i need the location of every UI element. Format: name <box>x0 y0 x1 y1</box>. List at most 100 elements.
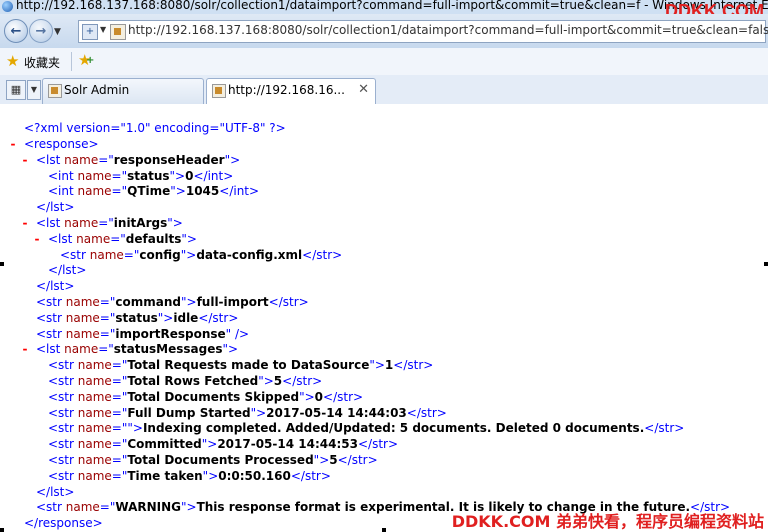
xml-line: </lst> <box>48 262 86 278</box>
xml-text-value: 1045 <box>185 184 220 199</box>
xml-markup: "> <box>180 295 197 309</box>
collapse-toggle[interactable]: - <box>20 215 30 231</box>
xml-markup: "> <box>157 310 174 325</box>
xml-markup: </str> <box>357 437 399 452</box>
forward-button[interactable]: → <box>29 19 53 43</box>
xml-markup: "> <box>222 342 239 357</box>
recent-pages-dropdown[interactable]: ▼ <box>54 27 61 37</box>
resize-handle <box>0 528 4 532</box>
xml-text-value: 5 <box>273 374 283 388</box>
xml-markup: <lst <box>36 152 65 167</box>
xml-line: <int name="status">0</int> <box>48 168 233 184</box>
xml-attribute-value: Time taken <box>127 468 203 483</box>
xml-markup: "> <box>169 168 186 183</box>
xml-markup: =" <box>111 389 128 404</box>
xml-markup: <str <box>48 437 78 452</box>
xml-text-value: 2017-05-14 14:44:53 <box>217 437 358 452</box>
xml-attribute: name <box>77 184 112 199</box>
resize-handle <box>0 262 4 266</box>
address-dropdown-icon[interactable]: ▼ <box>100 25 106 34</box>
xml-text-value: 2017-05-14 14:44:03 <box>266 405 407 420</box>
collapse-toggle[interactable]: - <box>20 341 30 357</box>
xml-text-value: 0 <box>314 389 324 404</box>
xml-markup: </str> <box>282 374 323 388</box>
xml-text-value: full-import <box>196 295 269 309</box>
xml-markup: =" <box>111 184 128 199</box>
xml-markup: <str <box>60 247 90 262</box>
xml-markup: =" <box>111 468 128 483</box>
quick-tabs-icon[interactable]: ▦ <box>6 80 26 100</box>
xml-attribute: name <box>64 152 99 167</box>
xml-attribute: name <box>77 374 112 388</box>
tab-solr-admin[interactable]: Solr Admin <box>42 78 204 104</box>
xml-line: <str name="Committed">2017-05-14 14:44:5… <box>48 436 398 452</box>
xml-markup: </lst> <box>36 484 75 499</box>
favorites-button[interactable]: 收藏夹 <box>24 54 60 71</box>
xml-attribute: name <box>65 326 100 341</box>
xml-attribute: name <box>77 358 112 373</box>
xml-attribute-value: Total Documents Processed <box>127 453 314 467</box>
xml-markup: =""> <box>111 421 143 436</box>
xml-line: <lst name="initArgs"> <box>36 215 183 231</box>
close-tab-icon[interactable]: ✕ <box>358 82 369 97</box>
xml-attribute: name <box>64 342 99 357</box>
page-icon <box>110 24 126 40</box>
xml-markup: </str> <box>393 358 434 373</box>
xml-markup: =" <box>99 310 116 325</box>
address-url[interactable]: http://192.168.137.168:8080/solr/collect… <box>128 23 768 37</box>
collapse-toggle[interactable]: - <box>20 152 30 168</box>
xml-markup: =" <box>98 216 114 230</box>
compatibility-view-icon[interactable]: + <box>82 24 98 40</box>
tab-dataimport[interactable]: http://192.168.16... ✕ <box>206 78 376 105</box>
xml-markup: =" <box>98 342 114 357</box>
forward-arrow-icon: → <box>35 23 47 39</box>
xml-markup: <str <box>48 358 78 373</box>
window-title: http://192.168.137.168:8080/solr/collect… <box>16 0 768 12</box>
xml-markup: <str <box>48 453 78 467</box>
xml-attribute-value: status <box>115 310 158 325</box>
xml-markup: <str <box>48 374 78 388</box>
xml-attribute: name <box>77 168 112 183</box>
xml-line: <str name="Total Documents Processed">5<… <box>48 452 378 468</box>
xml-markup: =" <box>111 405 128 420</box>
resize-handle <box>764 262 768 266</box>
watermark-top: DDKK.COM <box>665 1 764 14</box>
back-button[interactable]: ← <box>4 19 28 43</box>
xml-attribute: name <box>77 389 112 404</box>
xml-attribute-value: command <box>115 295 181 309</box>
xml-markup: </str> <box>268 295 309 309</box>
collapse-toggle[interactable]: - <box>32 231 42 247</box>
xml-markup: <int <box>48 168 78 183</box>
add-to-favorites-bar-icon[interactable]: ★ <box>78 51 95 69</box>
xml-attribute: name <box>77 437 112 452</box>
xml-markup: </lst> <box>36 279 75 294</box>
xml-attribute: name <box>65 295 100 309</box>
favorites-star-icon[interactable]: ★ <box>6 52 19 70</box>
xml-markup: =" <box>111 453 128 467</box>
xml-line: <lst name="responseHeader"> <box>36 152 240 168</box>
xml-markup: =" <box>98 152 114 167</box>
xml-markup: <str <box>48 421 78 436</box>
xml-markup: "> <box>313 453 330 467</box>
xml-markup: "> <box>250 405 267 420</box>
tab-list-dropdown[interactable]: ▼ <box>27 80 41 100</box>
xml-markup: "> <box>299 389 315 404</box>
xml-markup: </str> <box>406 405 447 420</box>
resize-handle <box>382 528 386 532</box>
xml-line: <str name="importResponse" /> <box>36 326 249 342</box>
address-field[interactable]: + ▼ http://192.168.137.168:8080/solr/col… <box>78 20 768 43</box>
xml-text-value: data-config.xml <box>196 247 303 262</box>
xml-attribute-value: initArgs <box>113 216 168 230</box>
xml-markup: <lst <box>48 231 77 246</box>
window-title-bar: http://192.168.137.168:8080/solr/collect… <box>0 0 768 14</box>
xml-markup: <str <box>48 405 78 420</box>
xml-text-value: Indexing completed. Added/Updated: 5 doc… <box>142 421 645 436</box>
xml-markup: "> <box>202 468 219 483</box>
tab-bar: ▦ ▼ Solr Admin http://192.168.16... ✕ <box>0 75 768 105</box>
xml-attribute-value: Full Dump Started <box>127 405 251 420</box>
xml-markup: </str> <box>302 247 343 262</box>
ie-logo-icon <box>2 1 13 12</box>
xml-markup: </response> <box>24 516 103 531</box>
xml-markup: <str <box>36 310 66 325</box>
collapse-toggle[interactable]: - <box>8 136 18 152</box>
